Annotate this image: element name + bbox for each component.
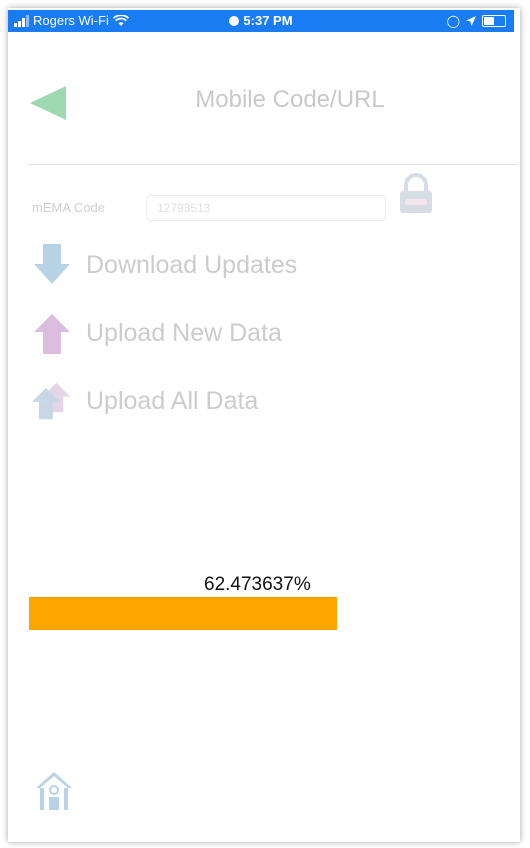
progress-fill	[29, 597, 338, 630]
upload-arrow-icon	[34, 314, 70, 354]
code-input[interactable]: 12793513	[146, 195, 386, 221]
back-arrow-icon[interactable]	[30, 86, 66, 120]
progress-percent-text: 62.473637%	[204, 574, 311, 595]
status-time: 5:37 PM	[8, 10, 514, 32]
upload-all-data-button[interactable]: Upload All Data	[32, 380, 258, 422]
page-title: Mobile Code/URL	[195, 86, 385, 113]
upload-all-data-label: Upload All Data	[86, 386, 259, 415]
code-label: mEMA Code	[32, 200, 105, 215]
home-icon[interactable]	[34, 770, 74, 812]
status-right: ◯	[447, 10, 506, 32]
battery-icon	[482, 15, 506, 27]
download-arrow-icon	[34, 244, 70, 284]
progress-bar	[29, 597, 479, 630]
upload-new-data-button[interactable]: Upload New Data	[32, 312, 282, 354]
lock-icon[interactable]	[396, 172, 436, 216]
header-divider	[28, 164, 518, 165]
location-icon	[466, 16, 476, 26]
upload-new-data-label: Upload New Data	[86, 318, 282, 347]
time-label: 5:37 PM	[243, 13, 293, 28]
download-updates-button[interactable]: Download Updates	[32, 244, 297, 286]
alarm-icon	[229, 16, 240, 26]
app-screen	[8, 8, 520, 842]
download-updates-label: Download Updates	[86, 250, 298, 279]
orientation-lock-icon: ◯	[446, 14, 460, 28]
upload-all-arrows-icon	[32, 382, 71, 420]
status-bar: Rogers Wi-Fi 5:37 PM ◯	[8, 10, 514, 32]
